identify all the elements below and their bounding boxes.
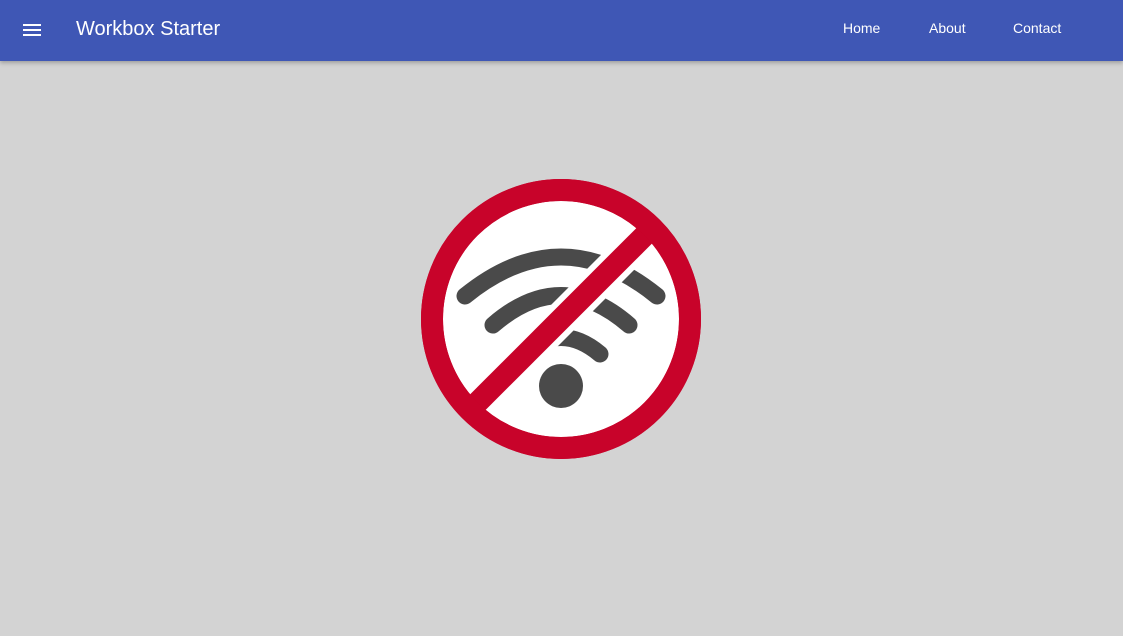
no-wifi-icon <box>421 179 701 459</box>
wifi-dot <box>539 364 583 408</box>
hamburger-menu-icon <box>23 24 41 36</box>
nav-link-contact[interactable]: Contact <box>1013 20 1061 36</box>
app-title: Workbox Starter <box>76 18 221 40</box>
nav-link-about[interactable]: About <box>929 20 966 36</box>
nav-link-home[interactable]: Home <box>843 20 880 36</box>
app-bar: Workbox Starter Home About Contact <box>0 0 1123 61</box>
menu-button[interactable] <box>14 12 50 48</box>
